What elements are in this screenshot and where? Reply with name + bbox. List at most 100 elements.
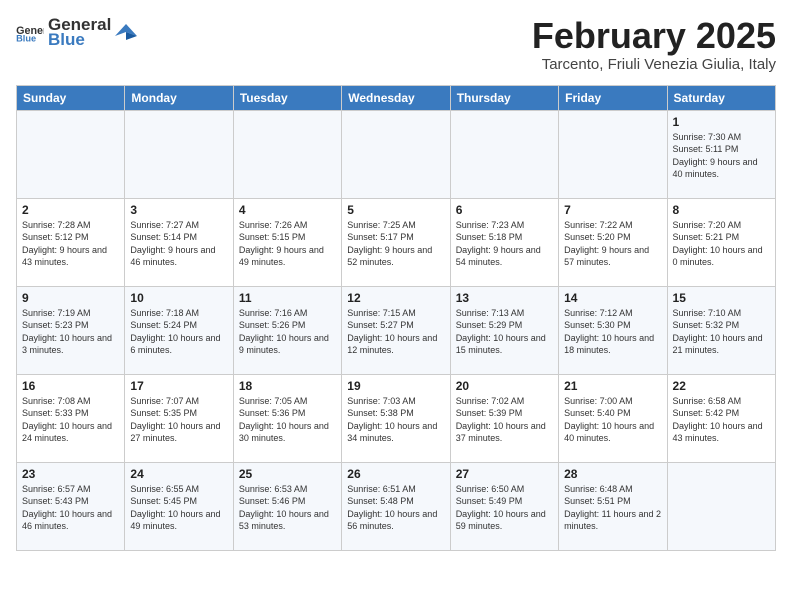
day-info: Sunrise: 7:13 AM Sunset: 5:29 PM Dayligh… [456, 307, 553, 357]
day-info: Sunrise: 7:27 AM Sunset: 5:14 PM Dayligh… [130, 219, 227, 269]
calendar-cell [667, 462, 775, 550]
calendar-title: February 2025 [532, 16, 776, 56]
calendar-cell: 13 Sunrise: 7:13 AM Sunset: 5:29 PM Dayli… [450, 286, 558, 374]
calendar-header-row: SundayMondayTuesdayWednesdayThursdayFrid… [17, 85, 776, 110]
day-number: 23 [22, 467, 119, 481]
day-number: 17 [130, 379, 227, 393]
calendar-cell [125, 110, 233, 198]
calendar-cell: 4Sunrise: 7:26 AM Sunset: 5:15 PM Daylig… [233, 198, 341, 286]
calendar-cell: 27Sunrise: 6:50 AM Sunset: 5:49 PM Dayli… [450, 462, 558, 550]
day-number: 26 [347, 467, 444, 481]
col-header-wednesday: Wednesday [342, 85, 450, 110]
day-number: 20 [456, 379, 553, 393]
calendar-cell: 22Sunrise: 6:58 AM Sunset: 5:42 PM Dayli… [667, 374, 775, 462]
day-number: 7 [564, 203, 661, 217]
day-info: Sunrise: 7:10 AM Sunset: 5:32 PM Dayligh… [673, 307, 770, 357]
col-header-tuesday: Tuesday [233, 85, 341, 110]
day-info: Sunrise: 6:51 AM Sunset: 5:48 PM Dayligh… [347, 483, 444, 533]
calendar-cell: 7Sunrise: 7:22 AM Sunset: 5:20 PM Daylig… [559, 198, 667, 286]
day-number: 1 [673, 115, 770, 129]
day-number: 19 [347, 379, 444, 393]
calendar-table: SundayMondayTuesdayWednesdayThursdayFrid… [16, 85, 776, 551]
calendar-cell [233, 110, 341, 198]
logo-bird-icon [115, 22, 137, 44]
day-info: Sunrise: 7:18 AM Sunset: 5:24 PM Dayligh… [130, 307, 227, 357]
col-header-sunday: Sunday [17, 85, 125, 110]
day-info: Sunrise: 6:48 AM Sunset: 5:51 PM Dayligh… [564, 483, 661, 533]
day-number: 13 [456, 291, 553, 305]
day-info: Sunrise: 6:57 AM Sunset: 5:43 PM Dayligh… [22, 483, 119, 533]
calendar-cell: 2 Sunrise: 7:28 AM Sunset: 5:12 PM Daylig… [17, 198, 125, 286]
col-header-monday: Monday [125, 85, 233, 110]
calendar-week-row: 1 Sunrise: 7:30 AM Sunset: 5:11 PM Daylig… [17, 110, 776, 198]
calendar-cell: 21 Sunrise: 7:00 AM Sunset: 5:40 PM Dayli… [559, 374, 667, 462]
calendar-body: 1 Sunrise: 7:30 AM Sunset: 5:11 PM Daylig… [17, 110, 776, 550]
calendar-cell [17, 110, 125, 198]
col-header-friday: Friday [559, 85, 667, 110]
calendar-cell: 20 Sunrise: 7:02 AM Sunset: 5:39 PM Dayli… [450, 374, 558, 462]
day-info: Sunrise: 7:30 AM Sunset: 5:11 PM Dayligh… [673, 131, 770, 181]
day-info: Sunrise: 7:02 AM Sunset: 5:39 PM Dayligh… [456, 395, 553, 445]
day-number: 12 [347, 291, 444, 305]
day-info: Sunrise: 7:05 AM Sunset: 5:36 PM Dayligh… [239, 395, 336, 445]
calendar-cell: 16 Sunrise: 7:08 AM Sunset: 5:33 PM Dayli… [17, 374, 125, 462]
day-number: 18 [239, 379, 336, 393]
calendar-cell: 11 Sunrise: 7:16 AM Sunset: 5:26 PM Dayli… [233, 286, 341, 374]
day-number: 9 [22, 291, 119, 305]
day-number: 11 [239, 291, 336, 305]
calendar-cell: 1 Sunrise: 7:30 AM Sunset: 5:11 PM Daylig… [667, 110, 775, 198]
day-info: Sunrise: 6:50 AM Sunset: 5:49 PM Dayligh… [456, 483, 553, 533]
calendar-cell: 25 Sunrise: 6:53 AM Sunset: 5:46 PM Dayli… [233, 462, 341, 550]
calendar-cell: 28 Sunrise: 6:48 AM Sunset: 5:51 PM Dayli… [559, 462, 667, 550]
day-number: 16 [22, 379, 119, 393]
calendar-cell: 6 Sunrise: 7:23 AM Sunset: 5:18 PM Daylig… [450, 198, 558, 286]
day-number: 6 [456, 203, 553, 217]
calendar-cell: 24 Sunrise: 6:55 AM Sunset: 5:45 PM Dayli… [125, 462, 233, 550]
day-number: 21 [564, 379, 661, 393]
calendar-cell: 23 Sunrise: 6:57 AM Sunset: 5:43 PM Dayli… [17, 462, 125, 550]
day-number: 2 [22, 203, 119, 217]
day-info: Sunrise: 7:03 AM Sunset: 5:38 PM Dayligh… [347, 395, 444, 445]
calendar-week-row: 16 Sunrise: 7:08 AM Sunset: 5:33 PM Dayli… [17, 374, 776, 462]
day-number: 5 [347, 203, 444, 217]
calendar-cell: 12 Sunrise: 7:15 AM Sunset: 5:27 PM Dayli… [342, 286, 450, 374]
day-number: 22 [673, 379, 770, 393]
calendar-cell: 19 Sunrise: 7:03 AM Sunset: 5:38 PM Dayli… [342, 374, 450, 462]
day-number: 24 [130, 467, 227, 481]
calendar-cell: 17 Sunrise: 7:07 AM Sunset: 5:35 PM Dayli… [125, 374, 233, 462]
day-info: Sunrise: 6:53 AM Sunset: 5:46 PM Dayligh… [239, 483, 336, 533]
col-header-thursday: Thursday [450, 85, 558, 110]
calendar-week-row: 23 Sunrise: 6:57 AM Sunset: 5:43 PM Dayli… [17, 462, 776, 550]
day-number: 25 [239, 467, 336, 481]
day-number: 8 [673, 203, 770, 217]
calendar-cell: 3 Sunrise: 7:27 AM Sunset: 5:14 PM Daylig… [125, 198, 233, 286]
logo-icon: General Blue [16, 23, 44, 43]
calendar-week-row: 9Sunrise: 7:19 AM Sunset: 5:23 PM Daylig… [17, 286, 776, 374]
calendar-cell: 14Sunrise: 7:12 AM Sunset: 5:30 PM Dayli… [559, 286, 667, 374]
day-info: Sunrise: 7:26 AM Sunset: 5:15 PM Dayligh… [239, 219, 336, 269]
day-info: Sunrise: 7:23 AM Sunset: 5:18 PM Dayligh… [456, 219, 553, 269]
day-info: Sunrise: 7:12 AM Sunset: 5:30 PM Dayligh… [564, 307, 661, 357]
day-info: Sunrise: 7:20 AM Sunset: 5:21 PM Dayligh… [673, 219, 770, 269]
calendar-cell: 18 Sunrise: 7:05 AM Sunset: 5:36 PM Dayli… [233, 374, 341, 462]
page-header: General Blue General Blue February 2025 … [16, 16, 776, 73]
day-info: Sunrise: 7:16 AM Sunset: 5:26 PM Dayligh… [239, 307, 336, 357]
calendar-cell: 15Sunrise: 7:10 AM Sunset: 5:32 PM Dayli… [667, 286, 775, 374]
day-info: Sunrise: 7:08 AM Sunset: 5:33 PM Dayligh… [22, 395, 119, 445]
day-number: 3 [130, 203, 227, 217]
logo: General Blue General Blue [16, 16, 137, 49]
calendar-week-row: 2 Sunrise: 7:28 AM Sunset: 5:12 PM Daylig… [17, 198, 776, 286]
day-info: Sunrise: 7:25 AM Sunset: 5:17 PM Dayligh… [347, 219, 444, 269]
day-info: Sunrise: 7:00 AM Sunset: 5:40 PM Dayligh… [564, 395, 661, 445]
day-info: Sunrise: 7:28 AM Sunset: 5:12 PM Dayligh… [22, 219, 119, 269]
day-info: Sunrise: 6:55 AM Sunset: 5:45 PM Dayligh… [130, 483, 227, 533]
day-number: 28 [564, 467, 661, 481]
day-info: Sunrise: 7:07 AM Sunset: 5:35 PM Dayligh… [130, 395, 227, 445]
calendar-subtitle: Tarcento, Friuli Venezia Giulia, Italy [532, 56, 776, 73]
title-block: February 2025 Tarcento, Friuli Venezia G… [532, 16, 776, 73]
calendar-cell [559, 110, 667, 198]
svg-text:Blue: Blue [16, 33, 36, 43]
calendar-cell: 5 Sunrise: 7:25 AM Sunset: 5:17 PM Daylig… [342, 198, 450, 286]
day-info: Sunrise: 7:15 AM Sunset: 5:27 PM Dayligh… [347, 307, 444, 357]
calendar-cell: 10Sunrise: 7:18 AM Sunset: 5:24 PM Dayli… [125, 286, 233, 374]
